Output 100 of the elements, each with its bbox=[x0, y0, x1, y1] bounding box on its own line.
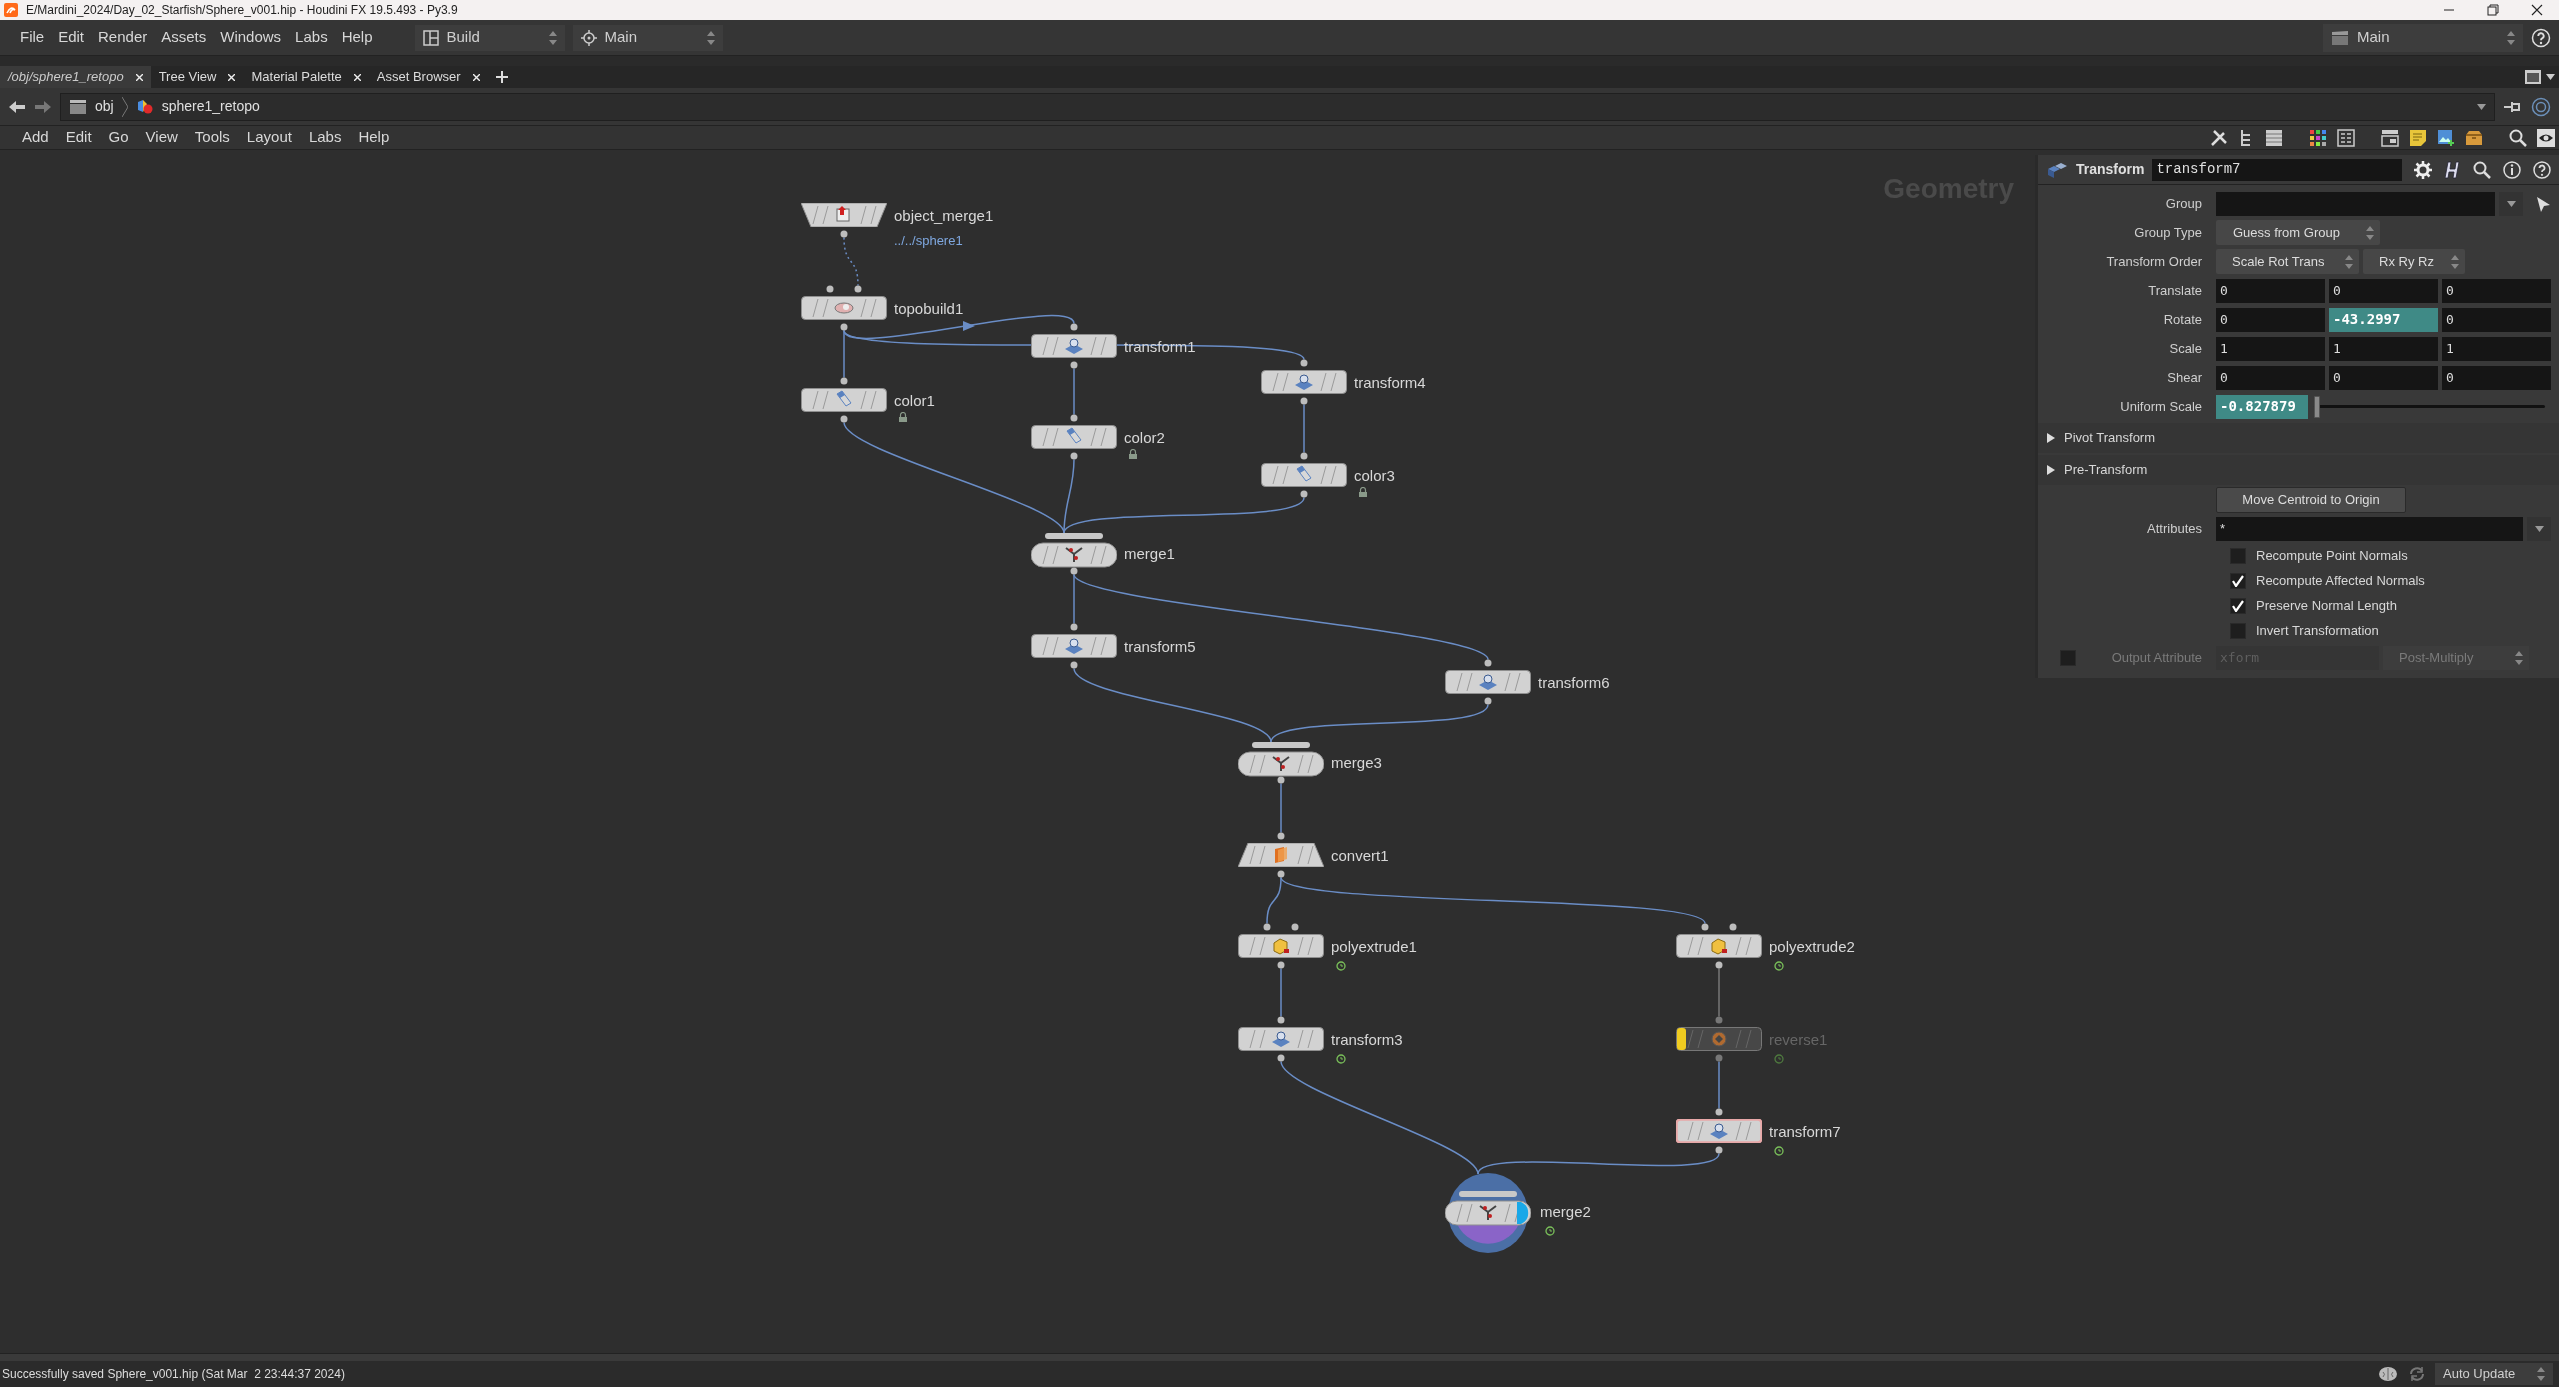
connector-dot[interactable] bbox=[1300, 452, 1308, 460]
number-field[interactable]: 0 bbox=[2216, 365, 2325, 390]
pane-tab[interactable]: /obj/sphere1_retopo bbox=[0, 66, 151, 88]
node[interactable] bbox=[1238, 934, 1324, 958]
connector-dot[interactable] bbox=[1277, 1054, 1285, 1062]
connector-dot[interactable] bbox=[1484, 659, 1492, 667]
menu-item[interactable]: Layout bbox=[246, 126, 292, 149]
connector-dot[interactable] bbox=[1070, 414, 1078, 422]
gear-icon[interactable] bbox=[2413, 159, 2433, 180]
checkbox[interactable] bbox=[2230, 572, 2246, 589]
connector-dot[interactable] bbox=[1277, 832, 1285, 840]
folder-header[interactable]: Pre-Transform bbox=[2038, 455, 2559, 485]
caret-icon[interactable] bbox=[2477, 103, 2486, 110]
connector-dot[interactable] bbox=[1729, 923, 1737, 931]
node[interactable] bbox=[1238, 741, 1324, 777]
node[interactable] bbox=[801, 388, 887, 412]
node[interactable] bbox=[1445, 670, 1531, 694]
search-icon[interactable] bbox=[2509, 128, 2527, 147]
number-field[interactable]: -43.2997 bbox=[2329, 307, 2438, 332]
lock-icon[interactable] bbox=[1128, 449, 1138, 459]
eye-icon[interactable] bbox=[2537, 128, 2555, 147]
wire[interactable] bbox=[1063, 458, 1075, 534]
number-field[interactable]: 1 bbox=[2216, 336, 2325, 361]
add-tab-icon[interactable] bbox=[495, 71, 508, 83]
connector-dot[interactable] bbox=[1070, 661, 1078, 669]
menu-item[interactable]: Help bbox=[341, 26, 373, 49]
image-icon[interactable] bbox=[2437, 128, 2455, 147]
connector-dot[interactable] bbox=[1277, 1016, 1285, 1024]
connector-dot[interactable] bbox=[840, 377, 848, 385]
folder-header[interactable]: Pivot Transform bbox=[2038, 423, 2559, 453]
node[interactable] bbox=[1031, 425, 1117, 449]
node[interactable] bbox=[1031, 532, 1117, 568]
node[interactable] bbox=[1031, 334, 1117, 358]
menu-item[interactable]: Windows bbox=[220, 26, 282, 49]
number-field[interactable]: 0 bbox=[2329, 365, 2438, 390]
connector-dot[interactable] bbox=[1300, 490, 1308, 498]
menu-item[interactable]: Assets bbox=[161, 26, 207, 49]
caret-icon[interactable] bbox=[2546, 74, 2555, 80]
menu-item[interactable]: Add bbox=[22, 126, 49, 149]
connector-dot[interactable] bbox=[840, 230, 848, 238]
connector-dot[interactable] bbox=[1070, 361, 1078, 369]
close-icon[interactable] bbox=[2531, 4, 2543, 16]
connector-dot[interactable] bbox=[854, 285, 862, 293]
connector-dot[interactable] bbox=[1715, 1016, 1723, 1024]
connector-dot[interactable] bbox=[1715, 961, 1723, 969]
forward-arrow-icon[interactable] bbox=[34, 98, 52, 115]
node[interactable] bbox=[1261, 370, 1347, 394]
connector-dot[interactable] bbox=[1484, 697, 1492, 705]
lock-icon[interactable] bbox=[1358, 487, 1368, 497]
node[interactable] bbox=[1676, 1119, 1762, 1143]
wire[interactable] bbox=[1270, 703, 1489, 743]
wire[interactable] bbox=[1073, 573, 1489, 661]
help-icon[interactable] bbox=[2533, 160, 2551, 179]
menu-item[interactable]: Help bbox=[358, 126, 390, 149]
menu-item[interactable]: Render bbox=[98, 26, 148, 49]
connector-dot[interactable] bbox=[840, 323, 848, 331]
connector-dot[interactable] bbox=[826, 285, 834, 293]
search-icon[interactable] bbox=[2473, 160, 2491, 179]
brain-icon[interactable] bbox=[2377, 1365, 2399, 1383]
text-field[interactable]: * bbox=[2216, 516, 2523, 541]
back-arrow-icon[interactable] bbox=[8, 98, 26, 115]
color-grid-icon[interactable] bbox=[2309, 128, 2327, 147]
connector-dot[interactable] bbox=[1300, 359, 1308, 367]
info-icon[interactable] bbox=[2503, 160, 2521, 179]
node[interactable] bbox=[1676, 934, 1762, 958]
menu-item[interactable]: Labs bbox=[308, 126, 342, 149]
connector-dot[interactable] bbox=[1277, 870, 1285, 878]
node-name-field[interactable]: transform7 bbox=[2152, 158, 2403, 181]
help-icon[interactable] bbox=[2531, 27, 2551, 48]
list-icon[interactable] bbox=[2265, 127, 2283, 148]
node[interactable] bbox=[1238, 843, 1324, 867]
node[interactable] bbox=[1031, 634, 1117, 658]
restore-icon[interactable] bbox=[2487, 4, 2499, 16]
action-button[interactable]: Move Centroid to Origin bbox=[2216, 486, 2406, 513]
connector-dot[interactable] bbox=[840, 415, 848, 423]
wire[interactable] bbox=[1063, 496, 1305, 534]
connector-dot[interactable] bbox=[1715, 1146, 1723, 1154]
connector-dot[interactable] bbox=[1277, 961, 1285, 969]
select-arrow-icon[interactable] bbox=[2535, 194, 2551, 213]
connector-dot[interactable] bbox=[1291, 923, 1299, 931]
menu-item[interactable]: View bbox=[145, 126, 178, 149]
update-mode-menu[interactable]: Auto Update bbox=[2435, 1363, 2553, 1385]
path-segment[interactable]: sphere1_retopo bbox=[161, 96, 260, 117]
shelf-selector[interactable]: Main bbox=[2323, 23, 2523, 52]
node[interactable] bbox=[801, 203, 887, 227]
dropdown-button[interactable] bbox=[2527, 516, 2551, 541]
connector-dot[interactable] bbox=[1277, 776, 1285, 784]
number-field[interactable]: 0 bbox=[2442, 307, 2551, 332]
checkbox[interactable] bbox=[2230, 547, 2246, 564]
menu-item[interactable]: Edit bbox=[58, 26, 85, 49]
number-field[interactable]: 0 bbox=[2442, 278, 2551, 303]
connector-dot[interactable] bbox=[1300, 397, 1308, 405]
wire[interactable] bbox=[1266, 876, 1282, 925]
node[interactable] bbox=[1261, 463, 1347, 487]
menu-field[interactable]: Guess from Group bbox=[2216, 220, 2380, 245]
target-icon[interactable] bbox=[2531, 96, 2551, 117]
menu-item[interactable]: Tools bbox=[194, 126, 230, 149]
tools-icon[interactable] bbox=[2209, 127, 2229, 148]
lock-icon[interactable] bbox=[898, 412, 908, 422]
menu-item[interactable]: Labs bbox=[295, 26, 328, 49]
